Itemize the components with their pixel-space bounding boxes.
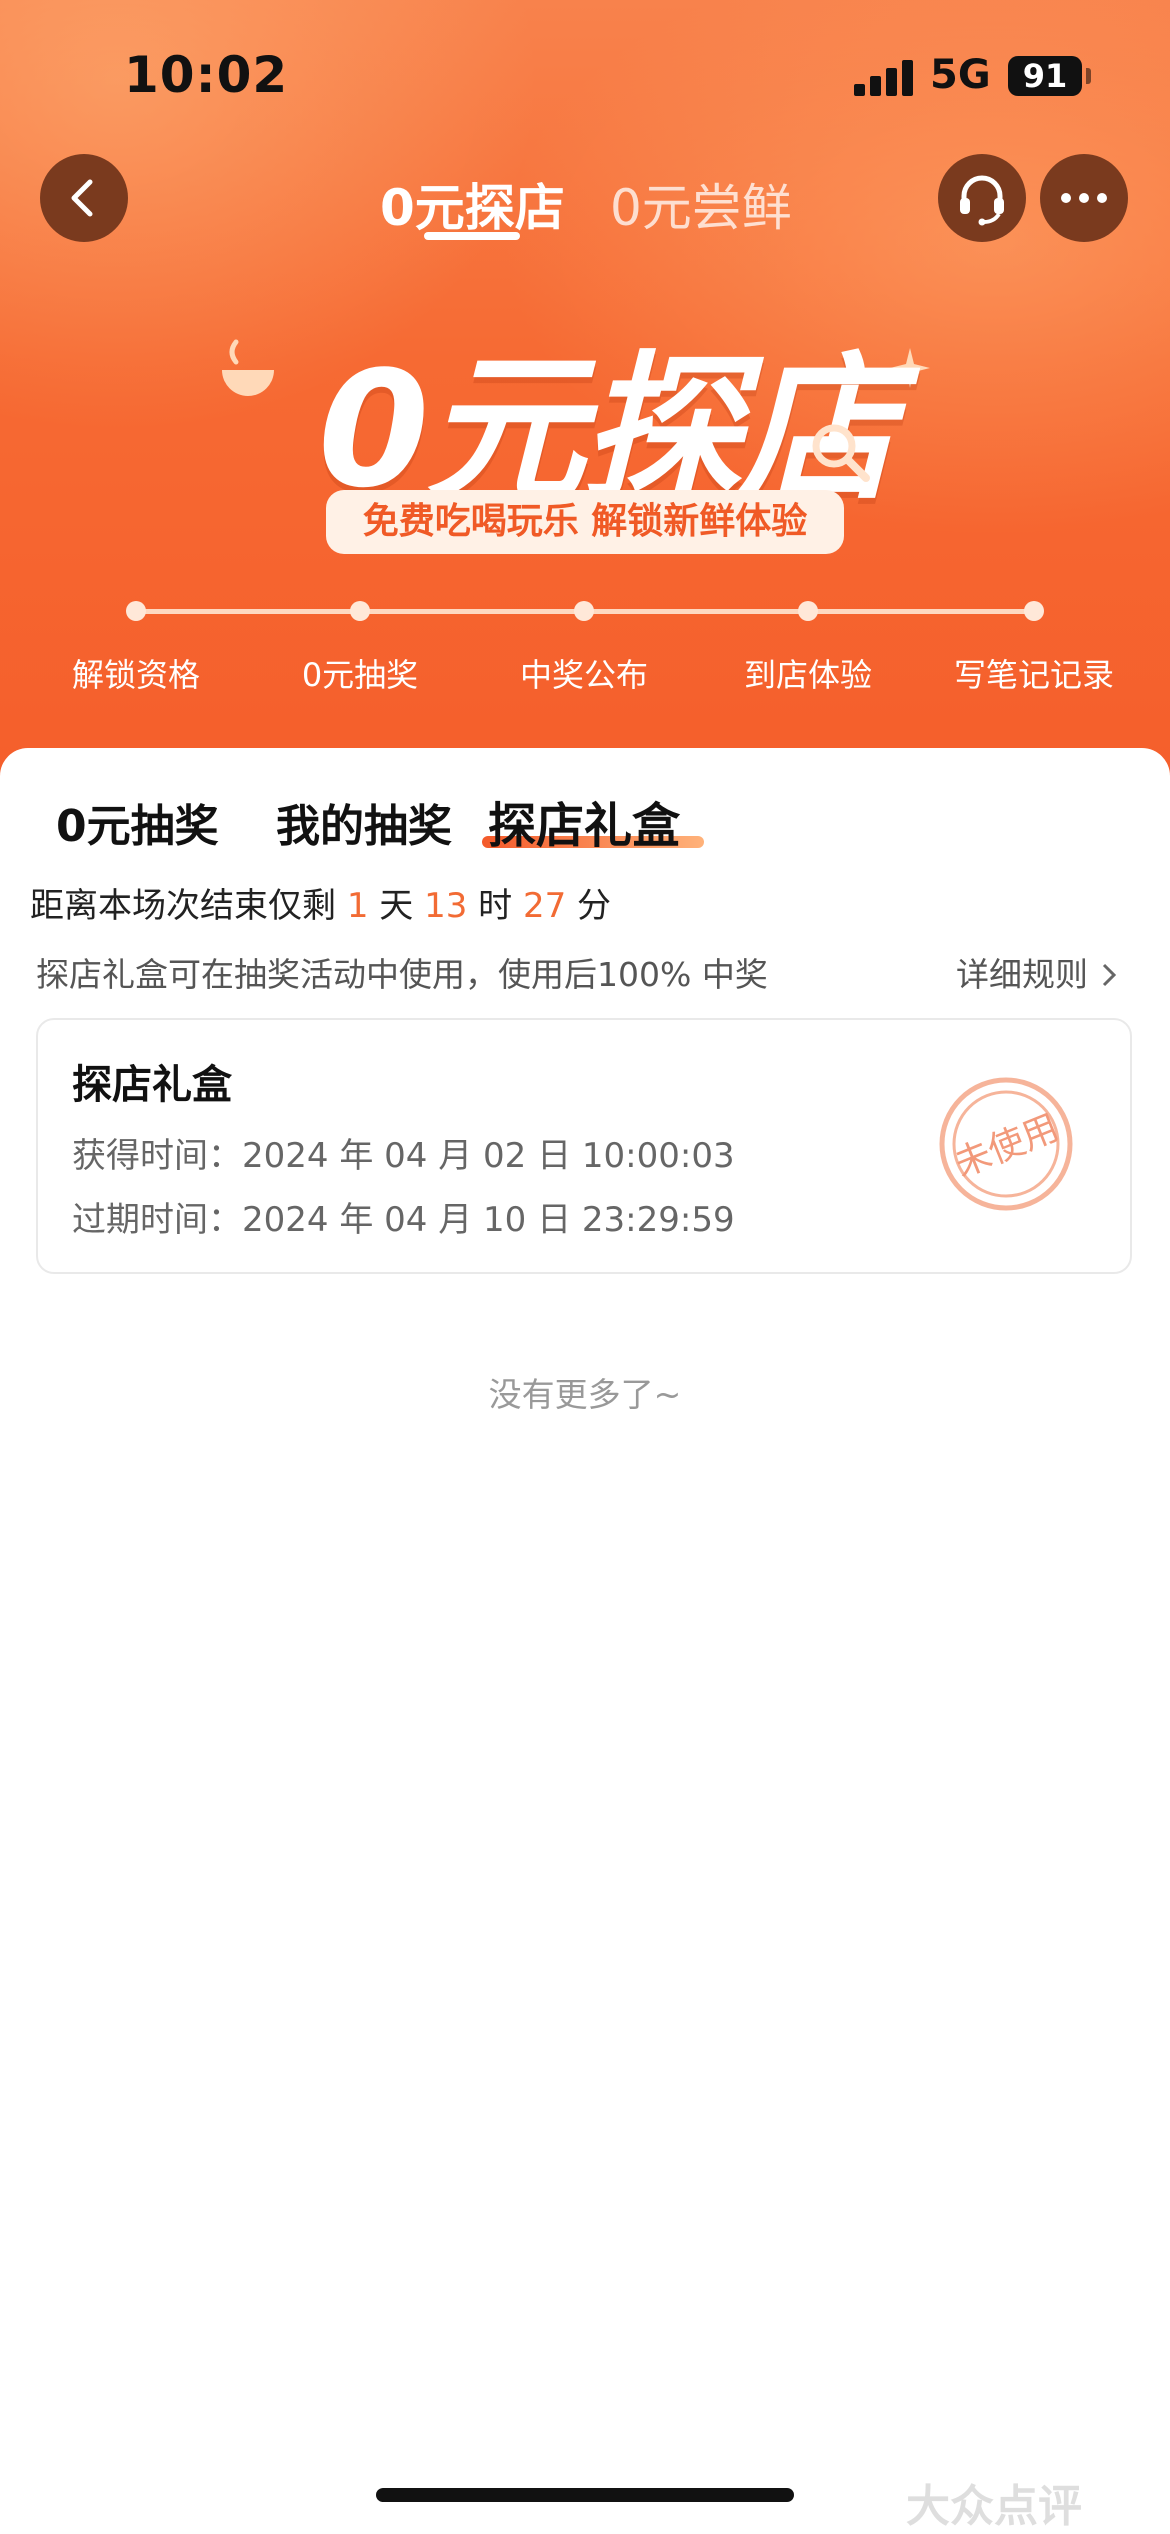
step-dot <box>126 601 146 621</box>
signal-icon <box>854 60 916 96</box>
step-dot <box>798 601 818 621</box>
tab-my-lottery[interactable]: 我的抽奖 <box>276 790 452 854</box>
headset-icon <box>960 175 1004 226</box>
more-button[interactable] <box>1040 154 1128 242</box>
step-label-visit: 到店体验 <box>743 656 872 694</box>
countdown-hours-unit: 时 <box>478 886 513 926</box>
step-dot <box>350 601 370 621</box>
step-label-unlock: 解锁资格 <box>71 656 200 694</box>
list-end-text: 没有更多了~ <box>488 1375 682 1414</box>
content-panel <box>0 748 1170 2532</box>
back-button[interactable] <box>40 154 128 242</box>
step-label-announce: 中奖公布 <box>519 656 648 694</box>
rules-link[interactable]: 详细规则 <box>956 948 1119 996</box>
battery-icon: 91 <box>1008 56 1082 96</box>
countdown-days-unit: 天 <box>379 886 414 926</box>
countdown: 距离本场次结束仅剩 1 天 13 时 27 分 <box>30 878 611 927</box>
obtained-time-value: 2024 年 04 月 02 日 10:00:03 <box>242 1136 735 1176</box>
expire-time-label: 过期时间： <box>72 1200 242 1240</box>
countdown-minutes: 27 <box>522 886 567 926</box>
countdown-prefix: 距离本场次结束仅剩 <box>30 886 336 926</box>
home-indicator[interactable] <box>376 2488 794 2502</box>
tab-indicator <box>424 232 520 240</box>
expire-time: 过期时间：2024 年 04 月 10 日 23:29:59 <box>72 1192 735 1241</box>
step-label-note: 写笔记记录 <box>953 656 1114 694</box>
step-dot <box>574 601 594 621</box>
countdown-days: 1 <box>346 886 369 926</box>
countdown-hours: 13 <box>424 886 468 926</box>
chevron-left-icon <box>71 179 93 217</box>
battery-cap <box>1086 68 1091 84</box>
magnifier-icon <box>812 424 870 482</box>
watermark-logo: 大众点评 <box>906 2470 1082 2534</box>
chevron-right-icon <box>1102 963 1116 987</box>
gift-box-title: 探店礼盒 <box>72 1062 232 1108</box>
countdown-minutes-unit: 分 <box>577 886 612 926</box>
gift-box-notice: 探店礼盒可在抽奖活动中使用，使用后100% 中奖 <box>36 955 768 994</box>
tab-0-yuan-changxian[interactable]: 0元尝鲜 <box>610 168 792 240</box>
tab-0-yuan-tandian[interactable]: 0元探店 <box>380 168 565 240</box>
watermark-text: 大众点评 <box>906 2481 1082 2532</box>
obtained-time-label: 获得时间： <box>72 1136 242 1176</box>
sparkle-icon <box>890 348 930 388</box>
unused-stamp-icon: 未使用 <box>939 1077 1073 1211</box>
cup-icon <box>222 339 274 396</box>
network-label: 5G <box>930 52 991 98</box>
obtained-time: 获得时间：2024 年 04 月 02 日 10:00:03 <box>72 1128 735 1177</box>
tab-gift-box[interactable]: 探店礼盒 <box>488 786 680 856</box>
step-label-lottery: 0元抽奖 <box>301 656 419 694</box>
status-time: 10:02 <box>124 46 289 104</box>
rules-link-label: 详细规则 <box>956 955 1088 994</box>
step-dot <box>1024 601 1044 621</box>
tab-zero-lottery[interactable]: 0元抽奖 <box>56 790 219 854</box>
more-icon <box>1061 193 1107 203</box>
hero-subtitle: 免费吃喝玩乐 解锁新鲜体验 <box>326 490 844 554</box>
expire-time-value: 2024 年 04 月 10 日 23:29:59 <box>242 1200 735 1240</box>
customer-service-button[interactable] <box>938 154 1026 242</box>
